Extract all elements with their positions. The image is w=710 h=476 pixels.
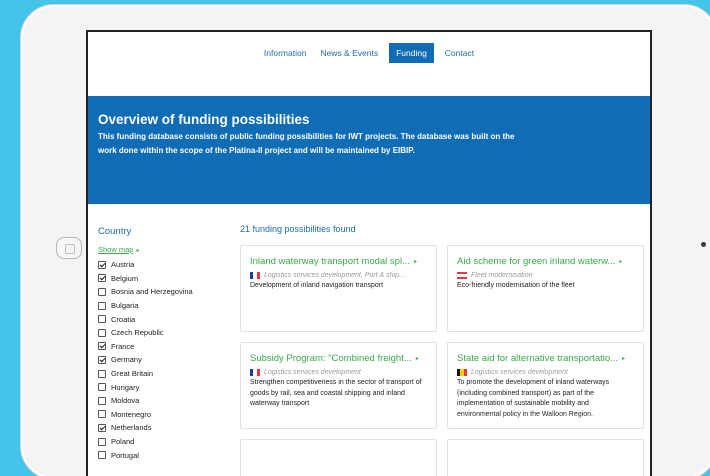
country-label: Montenegro [111, 409, 152, 419]
card-title[interactable]: State aid for alternative transportatio.… [457, 353, 634, 364]
results-count: 21 funding possibilities found [240, 224, 356, 234]
country-option[interactable]: Bulgaria [98, 299, 233, 313]
country-option[interactable]: Netherlands [98, 421, 233, 435]
card-title[interactable]: Inland waterway transport modal spl... ▸ [250, 256, 427, 267]
country-label: Croatia [111, 314, 136, 324]
country-label: Poland [111, 437, 135, 447]
card-category: Logistics services development, Port & s… [250, 272, 427, 279]
country-option[interactable]: Bosnia and Herzegovina [98, 285, 233, 299]
country-label: Czech Republic [111, 328, 164, 338]
country-option[interactable]: Belgium [98, 272, 233, 286]
country-option[interactable]: Austria [98, 258, 233, 272]
country-option[interactable]: Poland [98, 435, 233, 449]
country-checkbox[interactable] [98, 274, 106, 283]
country-option[interactable]: Croatia [98, 312, 233, 326]
country-label: Austria [111, 260, 135, 270]
country-option[interactable]: Portugal [98, 448, 233, 462]
results-grid: Inland waterway transport modal spl... ▸ L… [240, 245, 645, 476]
france-flag-icon [250, 272, 260, 279]
browser-screen: Information News & Events Funding Contac… [86, 30, 652, 476]
country-label: Germany [111, 355, 142, 365]
funding-card[interactable]: Aid scheme for green inland waterw... ▸ Fl… [447, 245, 644, 332]
nav-news-events[interactable]: News & Events [313, 43, 385, 63]
country-option[interactable]: Montenegro [98, 408, 233, 422]
triangle-right-icon: ▸ [414, 259, 418, 265]
nav-funding[interactable]: Funding [389, 43, 434, 63]
country-checkbox[interactable] [98, 342, 106, 351]
triangle-right-icon: ▸ [415, 356, 419, 362]
card-description: Eco-friendly modernisation of the fleet [457, 282, 575, 289]
austria-flag-icon [457, 272, 467, 279]
top-navigation: Information News & Events Funding Contac… [88, 32, 650, 74]
country-checkbox[interactable] [98, 315, 106, 324]
triangle-right-icon: ▸ [619, 259, 623, 265]
triangle-right-icon: ▸ [622, 356, 626, 362]
country-label: Portugal [111, 450, 139, 460]
country-label: France [111, 341, 135, 351]
results-panel: 21 funding possibilities found Inland wa… [240, 224, 645, 476]
card-category: Logistics services development [457, 369, 634, 376]
country-checkbox[interactable] [98, 301, 106, 310]
funding-card[interactable] [447, 439, 644, 476]
page-description: This funding database consists of public… [98, 132, 515, 155]
country-label: Bulgaria [111, 301, 139, 311]
country-checkbox[interactable] [98, 410, 106, 419]
nav-information[interactable]: Information [257, 43, 314, 63]
country-checkbox[interactable] [98, 287, 106, 296]
country-label: Great Britain [111, 369, 154, 379]
funding-card[interactable] [240, 439, 437, 476]
country-checkbox[interactable] [98, 396, 106, 405]
country-list: Austria Belgium Bosnia and Herzegovina Bulg… [98, 258, 233, 462]
card-title[interactable]: Subsidy Program: "Combined freight... ▸ [250, 353, 427, 364]
filter-heading: Country [98, 226, 132, 237]
country-checkbox[interactable] [98, 451, 106, 460]
home-button[interactable] [56, 237, 82, 259]
country-label: Moldova [111, 396, 140, 406]
country-filter: Country Show map ▸ Austria Belgium Bosnia a… [98, 226, 233, 462]
country-option[interactable]: Hungary [98, 380, 233, 394]
card-category: Fleet modernisation [457, 272, 634, 279]
card-title[interactable]: Aid scheme for green inland waterw... ▸ [457, 256, 634, 267]
funding-card[interactable]: Subsidy Program: "Combined freight... ▸ Lo… [240, 342, 437, 429]
country-checkbox[interactable] [98, 423, 106, 432]
page-title: Overview of funding possibilities [98, 112, 310, 127]
country-option[interactable]: France [98, 340, 233, 354]
camera-dot [701, 242, 706, 247]
triangle-right-icon: ▸ [136, 248, 140, 254]
card-category: Logistics services development [250, 369, 427, 376]
country-option[interactable]: Moldova [98, 394, 233, 408]
country-checkbox[interactable] [98, 260, 106, 269]
france-flag-icon [250, 369, 260, 376]
country-option[interactable]: Great Britain [98, 367, 233, 381]
funding-card[interactable]: Inland waterway transport modal spl... ▸ L… [240, 245, 437, 332]
card-description: To promote the development of inland wat… [457, 379, 610, 418]
country-checkbox[interactable] [98, 369, 106, 378]
country-checkbox[interactable] [98, 437, 106, 446]
country-option[interactable]: Czech Republic [98, 326, 233, 340]
country-label: Bosnia and Herzegovina [111, 287, 193, 297]
hero-banner: Overview of funding possibilities This f… [88, 96, 650, 204]
country-option[interactable]: Germany [98, 353, 233, 367]
country-checkbox[interactable] [98, 355, 106, 364]
belgium-flag-icon [457, 369, 467, 376]
country-label: Netherlands [111, 423, 152, 433]
country-checkbox[interactable] [98, 328, 106, 337]
country-label: Belgium [111, 273, 139, 283]
card-description: Strengthen competitiveness in the sector… [250, 379, 422, 407]
nav-contact[interactable]: Contact [438, 43, 481, 63]
show-map-link[interactable]: Show map ▸ [98, 245, 139, 254]
country-label: Hungary [111, 382, 140, 392]
funding-card[interactable]: State aid for alternative transportatio.… [447, 342, 644, 429]
card-description: Development of inland navigation transpo… [250, 282, 384, 289]
country-checkbox[interactable] [98, 383, 106, 392]
